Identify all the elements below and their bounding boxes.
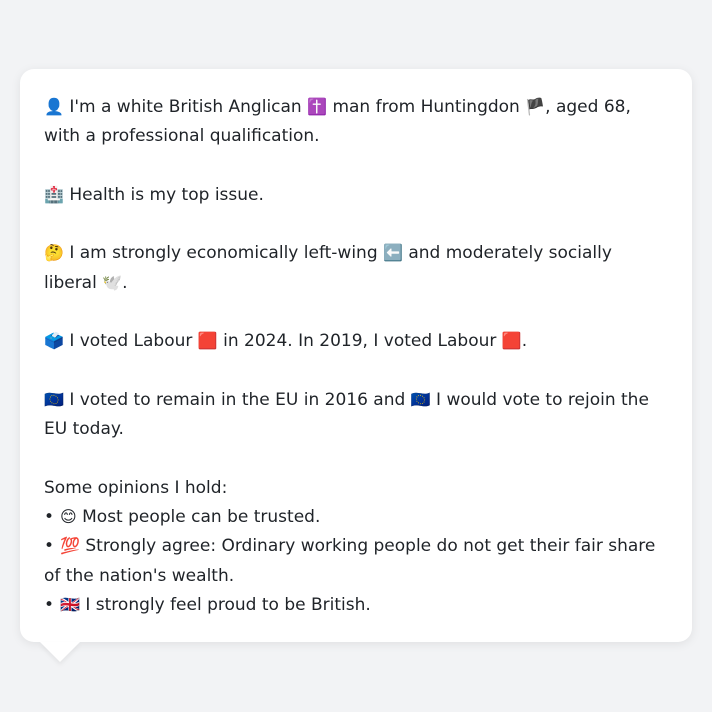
- red-square-icon: 🟥: [501, 331, 522, 351]
- profile-card: 👤 I'm a white British Anglican ✝️ man fr…: [20, 69, 692, 642]
- ballot-box-icon: 🗳️: [44, 331, 64, 351]
- top-issue-text: Health is my top issue.: [63, 184, 264, 205]
- eu-flag-icon: 🇪🇺: [44, 389, 64, 409]
- voting-text-2: in 2024. In 2019, I voted Labour: [217, 331, 502, 352]
- ideology-paragraph: 🤔 I am strongly economically left-wing ⬅…: [44, 239, 668, 298]
- eu-paragraph: 🇪🇺 I voted to remain in the EU in 2016 a…: [44, 386, 668, 445]
- hospital-icon: 🏥: [44, 184, 64, 204]
- opinion-text: Strongly agree: Ordinary working people …: [44, 536, 656, 586]
- voting-paragraph: 🗳️ I voted Labour 🟥 in 2024. In 2019, I …: [44, 327, 668, 356]
- voting-text-3: .: [521, 331, 528, 352]
- identity-text-2: man from Huntingdon: [327, 97, 526, 117]
- speech-bubble-tail: [40, 642, 80, 662]
- dove-icon: 🕊️: [102, 272, 123, 292]
- eu-text-1: I voted to remain in the EU in 2016 and: [63, 389, 411, 410]
- person-icon: 👤: [44, 97, 64, 116]
- hundred-points-icon: 💯: [60, 536, 80, 556]
- uk-flag-icon: 🇬🇧: [60, 595, 80, 615]
- left-arrow-icon: ⬅️: [383, 243, 403, 263]
- list-item: • 💯 Strongly agree: Ordinary working peop…: [44, 532, 668, 591]
- smiling-face-icon: 😊: [60, 507, 77, 527]
- ideology-text-3: .: [122, 272, 128, 293]
- opinion-text: Most people can be trusted.: [76, 507, 321, 528]
- bullet: •: [44, 536, 55, 557]
- identity-text-1: I'm a white British Anglican: [63, 97, 308, 117]
- list-item: • 🇬🇧 I strongly feel proud to be British.: [44, 591, 668, 620]
- cross-icon: ✝️: [307, 97, 328, 116]
- voting-text-1: I voted Labour: [63, 331, 198, 352]
- opinion-text: I strongly feel proud to be British.: [79, 595, 371, 616]
- thinking-face-icon: 🤔: [44, 243, 64, 263]
- eu-flag-icon: 🇪🇺: [410, 389, 431, 409]
- identity-paragraph: 👤 I'm a white British Anglican ✝️ man fr…: [44, 93, 668, 152]
- opinions-heading: Some opinions I hold:: [44, 477, 228, 498]
- red-square-icon: 🟥: [197, 331, 218, 351]
- top-issue-paragraph: 🏥 Health is my top issue.: [44, 181, 668, 210]
- england-flag-icon: 🏴: [525, 97, 546, 116]
- bullet: •: [44, 507, 55, 528]
- opinions-list: • 😊 Most people can be trusted. • 💯 Strong…: [44, 503, 668, 620]
- list-item: • 😊 Most people can be trusted.: [44, 503, 668, 532]
- bullet: •: [44, 595, 55, 616]
- ideology-text-1: I am strongly economically left-wing: [63, 243, 384, 264]
